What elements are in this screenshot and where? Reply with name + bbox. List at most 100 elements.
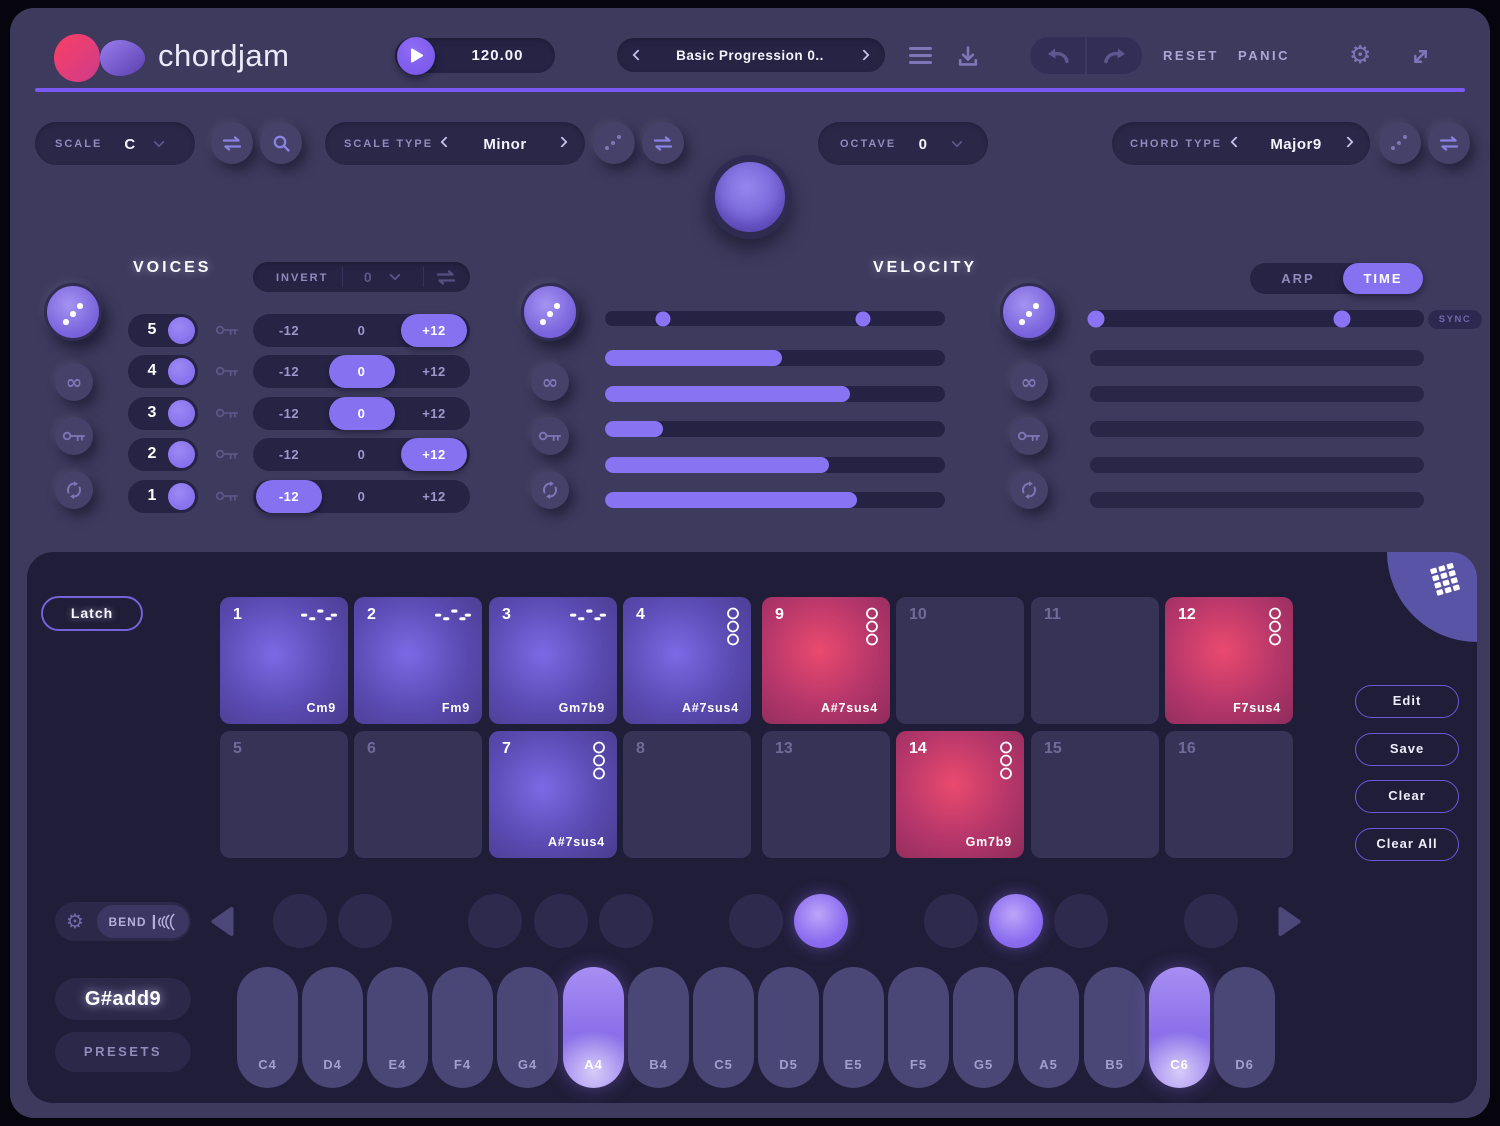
octave-value[interactable]: 0 [908, 136, 938, 153]
piano-key[interactable]: B4 [628, 967, 689, 1088]
velocity-bar[interactable] [605, 457, 945, 473]
octave-option[interactable]: -12 [256, 397, 322, 430]
edit-button[interactable]: Edit [1355, 685, 1459, 718]
resize-icon[interactable] [1410, 46, 1431, 67]
clear-all-button[interactable]: Clear All [1355, 828, 1459, 861]
panic-button[interactable]: PANIC [1238, 48, 1290, 63]
key-lock-icon[interactable] [215, 365, 239, 377]
key-lock-icon[interactable] [215, 490, 239, 502]
chord-alternate-button[interactable] [1428, 122, 1470, 164]
piano-key[interactable]: G5 [953, 967, 1014, 1088]
time-loop-button[interactable]: ∞ [1010, 363, 1048, 401]
voice-enable-pill[interactable]: 1 [128, 480, 198, 513]
keyboard-settings-gear-icon[interactable]: ⚙ [66, 911, 84, 931]
settings-gear-icon[interactable]: ⚙ [1349, 42, 1371, 67]
piano-key[interactable]: B5 [1084, 967, 1145, 1088]
latch-button[interactable]: Latch [41, 596, 143, 631]
octave-option[interactable]: +12 [401, 355, 467, 388]
voice-octave-segment[interactable]: -12 0 +12 [253, 355, 470, 388]
velocity-refresh-button[interactable] [531, 471, 569, 509]
time-bar[interactable] [1090, 492, 1424, 508]
octave-option[interactable]: -12 [256, 355, 322, 388]
invert-dropdown-icon[interactable] [389, 269, 400, 280]
bend-toggle[interactable]: BEND [97, 905, 189, 938]
piano-key[interactable]: F4 [432, 967, 493, 1088]
black-key-pad[interactable] [599, 894, 653, 948]
scale-swap-button[interactable] [211, 122, 253, 164]
velocity-bar[interactable] [605, 350, 945, 366]
range-handle-low[interactable] [655, 311, 670, 326]
octave-option[interactable]: -12 [256, 480, 322, 513]
pad[interactable]: 12 F7sus4 [1165, 597, 1293, 724]
black-key-pad[interactable] [924, 894, 978, 948]
piano-key[interactable]: F5 [888, 967, 949, 1088]
voice-toggle-knob[interactable] [168, 317, 195, 344]
piano-key[interactable]: D6 [1214, 967, 1275, 1088]
invert-value[interactable]: 0 [353, 269, 383, 285]
redo-button[interactable] [1087, 37, 1142, 74]
undo-button[interactable] [1030, 37, 1085, 74]
velocity-bar[interactable] [605, 386, 945, 402]
range-handle-high[interactable] [1333, 310, 1350, 327]
scale-alternate-button[interactable] [642, 122, 684, 164]
black-key-pad[interactable] [468, 894, 522, 948]
octave-right-arrow[interactable] [1277, 906, 1302, 937]
voice-toggle-knob[interactable] [168, 441, 195, 468]
pad[interactable]: 16 [1165, 731, 1293, 858]
pad[interactable]: 4 A#7sus4 [623, 597, 751, 724]
piano-key[interactable]: E4 [367, 967, 428, 1088]
scale-randomize-button[interactable] [593, 122, 635, 164]
black-key-pad[interactable] [729, 894, 783, 948]
velocity-range-slider[interactable] [605, 311, 945, 326]
velocity-bar[interactable] [605, 492, 945, 508]
tab-arp[interactable]: ARP [1250, 271, 1346, 286]
pad[interactable]: 14 Gm7b9 [896, 731, 1024, 858]
pad[interactable]: 2 Fm9 [354, 597, 482, 724]
voice-toggle-knob[interactable] [168, 400, 195, 427]
black-key-pad[interactable] [1054, 894, 1108, 948]
pad[interactable]: 6 [354, 731, 482, 858]
pad[interactable]: 15 [1031, 731, 1159, 858]
voice-enable-pill[interactable]: 2 [128, 438, 198, 471]
pad[interactable]: 8 [623, 731, 751, 858]
time-bar[interactable] [1090, 386, 1424, 402]
range-handle-low[interactable] [1088, 310, 1105, 327]
download-icon[interactable] [956, 44, 980, 68]
chord-type-value[interactable]: Major9 [1250, 136, 1342, 153]
bpm-value[interactable]: 120.00 [445, 47, 550, 64]
voice-toggle-knob[interactable] [168, 483, 195, 510]
sync-toggle[interactable]: SYNC [1428, 310, 1482, 329]
time-bar[interactable] [1090, 457, 1424, 473]
scale-detect-button[interactable] [260, 122, 302, 164]
pad[interactable]: 3 Gm7b9 [489, 597, 617, 724]
piano-key[interactable]: E5 [823, 967, 884, 1088]
clear-button[interactable]: Clear [1355, 780, 1459, 813]
velocity-lock-button[interactable] [531, 417, 569, 455]
octave-option[interactable]: 0 [329, 480, 395, 513]
time-bar[interactable] [1090, 421, 1424, 437]
piano-key[interactable]: C4 [237, 967, 298, 1088]
pad[interactable]: 1 Cm9 [220, 597, 348, 724]
piano-key[interactable]: C5 [693, 967, 754, 1088]
octave-option[interactable]: 0 [329, 397, 395, 430]
time-range-slider[interactable] [1088, 310, 1424, 327]
voice-octave-segment[interactable]: -12 0 +12 [253, 397, 470, 430]
presets-button[interactable]: PRESETS [55, 1032, 191, 1072]
piano-key[interactable]: D5 [758, 967, 819, 1088]
voice-octave-segment[interactable]: -12 0 +12 [253, 480, 470, 513]
piano-key[interactable]: C6 [1149, 967, 1210, 1088]
piano-key[interactable]: A5 [1018, 967, 1079, 1088]
invert-control[interactable]: INVERT 0 [253, 262, 470, 292]
voice-enable-pill[interactable]: 4 [128, 355, 198, 388]
range-handle-high[interactable] [856, 311, 871, 326]
key-lock-icon[interactable] [215, 324, 239, 336]
menu-icon[interactable] [909, 47, 932, 68]
black-key-pad[interactable] [1184, 894, 1238, 948]
voice-octave-segment[interactable]: -12 0 +12 [253, 314, 470, 347]
reset-button[interactable]: RESET [1163, 48, 1219, 63]
scale-type-value[interactable]: Minor [460, 136, 550, 153]
pad[interactable]: 11 [1031, 597, 1159, 724]
black-key-pad[interactable] [534, 894, 588, 948]
pad[interactable]: 10 [896, 597, 1024, 724]
key-lock-icon[interactable] [215, 407, 239, 419]
